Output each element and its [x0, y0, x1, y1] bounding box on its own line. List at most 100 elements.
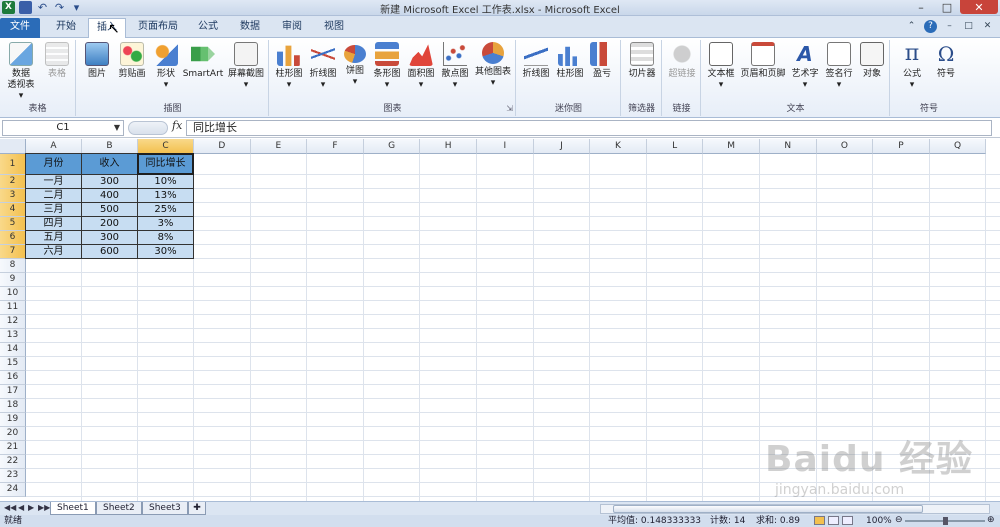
- column-header-m[interactable]: M: [703, 139, 760, 154]
- column-header-h[interactable]: H: [420, 139, 477, 154]
- textbox-button[interactable]: 文本框 ▾: [704, 42, 738, 91]
- tab-review[interactable]: 审阅: [274, 18, 310, 38]
- row-header-11[interactable]: 11: [0, 301, 26, 315]
- tab-page-layout[interactable]: 页面布局: [132, 18, 184, 38]
- formula-bar-splitter[interactable]: [128, 121, 168, 135]
- scatter-chart-button[interactable]: 散点图 ▾: [438, 42, 472, 91]
- workbook-minimize-icon[interactable]: –: [943, 20, 956, 33]
- table-cell[interactable]: 30%: [138, 245, 194, 259]
- zoom-thumb[interactable]: [943, 517, 948, 525]
- other-charts-button[interactable]: 其他图表 ▾: [472, 42, 514, 89]
- table-header-cell[interactable]: 月份: [26, 154, 82, 175]
- row-header-15[interactable]: 15: [0, 357, 26, 371]
- tab-insert[interactable]: 插入: [88, 18, 126, 38]
- slicer-button[interactable]: 切片器: [624, 42, 660, 80]
- row-header-10[interactable]: 10: [0, 287, 26, 301]
- last-sheet-icon[interactable]: ▶▶: [38, 503, 50, 512]
- column-header-f[interactable]: F: [307, 139, 364, 154]
- row-header-12[interactable]: 12: [0, 315, 26, 329]
- area-chart-button[interactable]: 面积图 ▾: [404, 42, 438, 91]
- column-header-k[interactable]: K: [590, 139, 647, 154]
- line-chart-button[interactable]: 折线图 ▾: [306, 42, 340, 91]
- table-cell[interactable]: 六月: [26, 245, 82, 259]
- pivot-table-button[interactable]: 数据 透视表 ▾: [4, 42, 38, 102]
- column-header-c[interactable]: C: [138, 139, 194, 154]
- wordart-button[interactable]: A 艺术字 ▾: [788, 42, 822, 91]
- column-header-e[interactable]: E: [250, 139, 308, 154]
- table-cell[interactable]: 8%: [138, 231, 194, 245]
- table-cell[interactable]: 二月: [26, 189, 82, 203]
- row-header-14[interactable]: 14: [0, 343, 26, 357]
- symbol-button[interactable]: Ω 符号: [929, 42, 963, 80]
- column-header-g[interactable]: G: [363, 139, 421, 154]
- table-cell[interactable]: 3%: [138, 217, 194, 231]
- column-header-a[interactable]: A: [26, 139, 82, 154]
- insert-function-icon[interactable]: fx: [172, 119, 182, 132]
- maximize-button[interactable]: □: [934, 0, 960, 14]
- equation-button[interactable]: π 公式 ▾: [895, 42, 929, 91]
- prev-sheet-icon[interactable]: ◀: [18, 503, 24, 512]
- minimize-button[interactable]: –: [908, 0, 934, 14]
- column-chart-button[interactable]: 柱形图 ▾: [272, 42, 306, 91]
- select-all-corner[interactable]: [0, 139, 26, 154]
- row-header-19[interactable]: 19: [0, 413, 26, 427]
- close-button[interactable]: ✕: [960, 0, 998, 14]
- row-header-2[interactable]: 2: [0, 175, 26, 189]
- table-cell[interactable]: 300: [82, 231, 138, 245]
- column-header-p[interactable]: P: [873, 139, 930, 154]
- row-header-8[interactable]: 8: [0, 259, 26, 273]
- sparkline-column-button[interactable]: 柱形图: [553, 42, 587, 80]
- column-header-q[interactable]: Q: [929, 139, 987, 154]
- table-cell[interactable]: 200: [82, 217, 138, 231]
- row-header-1[interactable]: 1: [0, 154, 26, 175]
- clipart-button[interactable]: 剪贴画: [115, 42, 149, 80]
- row-header-3[interactable]: 3: [0, 189, 26, 203]
- zoom-slider[interactable]: ⊖ ⊕: [895, 514, 995, 526]
- formula-input[interactable]: 同比增长: [186, 120, 992, 136]
- zoom-in-icon[interactable]: ⊕: [987, 514, 995, 526]
- picture-button[interactable]: 图片: [81, 42, 113, 80]
- sparkline-line-button[interactable]: 折线图: [519, 42, 553, 80]
- tab-home[interactable]: 开始: [46, 18, 86, 38]
- table-button[interactable]: 表格: [40, 42, 74, 80]
- column-header-n[interactable]: N: [760, 139, 817, 154]
- charts-dialog-launcher-icon[interactable]: ⇲: [506, 104, 513, 113]
- shapes-button[interactable]: 形状 ▾: [151, 42, 181, 91]
- column-header-d[interactable]: D: [194, 139, 251, 154]
- table-cell[interactable]: 600: [82, 245, 138, 259]
- table-cell[interactable]: 500: [82, 203, 138, 217]
- tab-data[interactable]: 数据: [232, 18, 268, 38]
- column-header-l[interactable]: L: [646, 139, 704, 154]
- table-cell[interactable]: 一月: [26, 175, 82, 189]
- workbook-close-icon[interactable]: ✕: [981, 20, 994, 33]
- header-footer-button[interactable]: 页眉和页脚: [738, 42, 788, 80]
- row-header-5[interactable]: 5: [0, 217, 26, 231]
- table-cell[interactable]: 四月: [26, 217, 82, 231]
- sheet-tab-sheet3[interactable]: Sheet3: [142, 502, 188, 515]
- bar-chart-button[interactable]: 条形图 ▾: [370, 42, 404, 91]
- row-header-17[interactable]: 17: [0, 385, 26, 399]
- row-header-20[interactable]: 20: [0, 427, 26, 441]
- row-header-4[interactable]: 4: [0, 203, 26, 217]
- row-header-23[interactable]: 23: [0, 469, 26, 483]
- insert-sheet-icon[interactable]: ✚: [188, 502, 206, 515]
- tab-view[interactable]: 视图: [316, 18, 352, 38]
- zoom-level[interactable]: 100%: [866, 515, 892, 527]
- row-header-9[interactable]: 9: [0, 273, 26, 287]
- horizontal-scrollbar[interactable]: [600, 504, 990, 514]
- column-header-b[interactable]: B: [82, 139, 138, 154]
- signature-line-button[interactable]: 签名行 ▾: [822, 42, 856, 91]
- table-cell[interactable]: 五月: [26, 231, 82, 245]
- row-header-6[interactable]: 6: [0, 231, 26, 245]
- row-header-21[interactable]: 21: [0, 441, 26, 455]
- table-cell[interactable]: 400: [82, 189, 138, 203]
- minimize-ribbon-icon[interactable]: ⌃: [905, 20, 918, 33]
- row-header-7[interactable]: 7: [0, 245, 26, 259]
- next-sheet-icon[interactable]: ▶: [28, 503, 34, 512]
- name-box[interactable]: C1 ▼: [2, 120, 124, 136]
- name-box-dropdown-icon[interactable]: ▼: [114, 121, 120, 135]
- row-header-13[interactable]: 13: [0, 329, 26, 343]
- worksheet-grid[interactable]: A B C D E F G H I J K L M N O P Q 1 2 3 4 5 6 7 8 9 10 11 12 13 14 15 16…: [0, 139, 1000, 501]
- help-icon[interactable]: ?: [924, 20, 937, 33]
- workbook-restore-icon[interactable]: □: [962, 20, 975, 33]
